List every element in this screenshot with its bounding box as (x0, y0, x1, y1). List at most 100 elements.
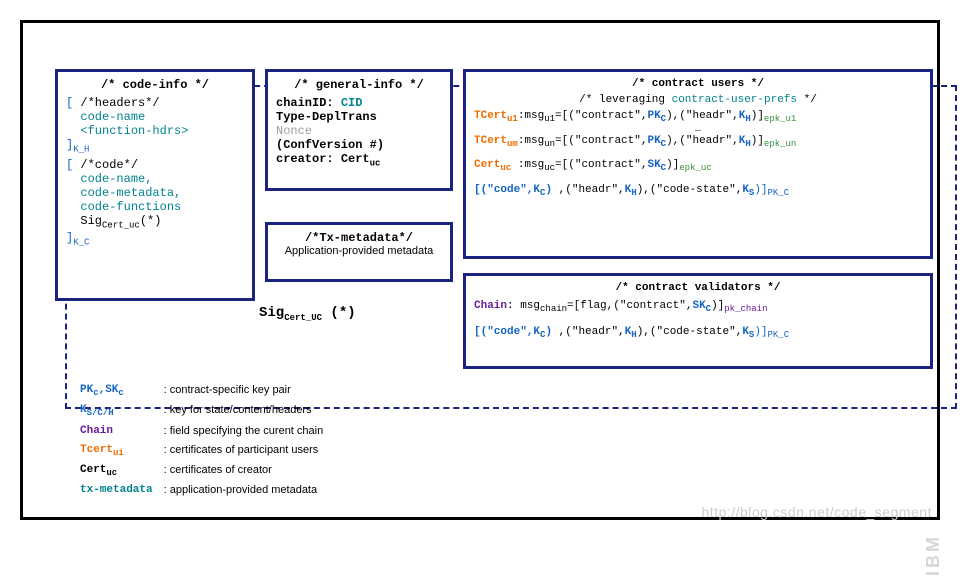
gi-l1b: CID (341, 96, 363, 110)
r4a: [("code", (474, 184, 533, 196)
r4i: K (742, 184, 749, 196)
legend-row: Tcertui : certificates of participant use… (79, 442, 331, 460)
legend-table: PKc,SKc: contract-specific key pair KS/C… (77, 380, 333, 501)
gi-l4: (ConfVersion #) (276, 138, 384, 152)
lk4b: ui (113, 448, 124, 458)
gi-line4: (ConfVersion #) (276, 138, 442, 152)
gi-l5a: creator: (276, 152, 341, 166)
r1b: u1 (507, 114, 518, 124)
gi-line1: chainID: CID (276, 96, 442, 110)
gi-l5b: Cert (341, 152, 370, 166)
users-row4: [("code",KC) ,("headr",KH),("code-state"… (474, 184, 922, 198)
r1d: u1 (544, 114, 555, 124)
c-sub: K_C (73, 237, 89, 247)
v1h: pk_chain (724, 304, 767, 314)
ibm-logo: IBM (923, 534, 944, 576)
lk5b: uc (106, 468, 117, 478)
r3i: epk_uc (679, 164, 711, 174)
gi-line2: Type-DeplTrans (276, 110, 442, 124)
r3e: =[("contract", (555, 159, 647, 171)
r3f: SK (647, 159, 660, 171)
watermark-url: http://blog.csdn.net/code_segment (701, 504, 932, 520)
headers-block: [ /*headers*/ code-name <function-hdrs> … (66, 96, 244, 154)
legend-row: KS/C/H : key for state/content/headers (79, 402, 331, 420)
tx-metadata-box: /*Tx-metadata*/ Application-provided met… (265, 222, 453, 282)
headers-comment: /*headers*/ (73, 96, 159, 110)
validators-row2: [("code",KC) ,("headr",KH),("code-state"… (474, 326, 922, 340)
c-line2: code-metadata, (80, 186, 181, 200)
r1h: ),("headr", (666, 110, 739, 122)
contract-users-box: /* contract users */ /* leveraging contr… (463, 69, 933, 259)
h-sub: K_H (73, 144, 89, 154)
gi-line3: Nonce (276, 124, 442, 138)
r2f: PK (647, 135, 660, 147)
sig-label: SigCert_UC (*) (253, 305, 362, 323)
code-comment: /*code*/ (73, 158, 138, 172)
ld5: : certificates of creator (163, 462, 332, 480)
ld3: : field specifying the curent chain (163, 423, 332, 440)
r4k: )] (754, 184, 767, 196)
v1c: chain (540, 304, 567, 314)
v2a: [("code", (474, 326, 533, 338)
r1c: :msg (518, 110, 544, 122)
c-line4c: (*) (140, 214, 162, 228)
lk6: tx-metadata (80, 484, 153, 496)
ld2: : key for state/content/headers (163, 402, 332, 420)
legend-row: Chain : field specifying the curent chain (79, 423, 331, 440)
txmeta-line: Application-provided metadata (276, 245, 442, 257)
r2a: TCert (474, 135, 507, 147)
ld4: : certificates of participant users (163, 442, 332, 460)
r4e: ,("headr", (552, 184, 625, 196)
code-block: [ /*code*/ code-name, code-metadata, cod… (66, 158, 244, 247)
lk3: Chain (80, 425, 113, 437)
users-subtitle: /* leveraging contract-user-prefs */ (474, 94, 922, 106)
legend-row: Certuc : certificates of creator (79, 462, 331, 480)
lk5a: Cert (80, 464, 106, 476)
lk4a: Tcert (80, 444, 113, 456)
r3b: uc (500, 164, 511, 174)
legend-row: tx-metadata: application-provided metada… (79, 482, 331, 499)
r3d: uc (544, 164, 555, 174)
validators-title: /* contract validators */ (474, 282, 922, 294)
code-info-title: /* code-info */ (66, 78, 244, 92)
h-line2: <function-hdrs> (80, 124, 188, 138)
gi-l5c: uc (370, 158, 381, 168)
c-line3: code-functions (80, 200, 181, 214)
sig-star: (*) (322, 305, 356, 321)
r4h: ),("code-state", (637, 184, 743, 196)
gi-l2: Type-DeplTrans (276, 110, 377, 124)
c-line1: code-name, (80, 172, 152, 186)
r1a: TCert (474, 110, 507, 122)
v2h: ),("code-state", (637, 326, 743, 338)
contract-validators-box: /* contract validators */ Chain: msgchai… (463, 273, 933, 369)
gi-line5: creator: Certuc (276, 152, 442, 168)
users-dots: … (474, 124, 922, 135)
r2h: ),("headr", (666, 135, 739, 147)
outer-frame: /* code-info */ [ /*headers*/ code-name … (20, 20, 940, 520)
r2d: un (544, 139, 555, 149)
sub-b: contract-user-prefs (672, 94, 797, 106)
lk2a: K (80, 404, 87, 416)
ld1: : contract-specific key pair (163, 382, 332, 400)
v1e: SK (692, 300, 705, 312)
users-row3: Certuc :msguc=[("contract",SKC)]epk_uc (474, 159, 922, 173)
legend: PKc,SKc: contract-specific key pair KS/C… (77, 380, 333, 501)
gi-l1a: chainID: (276, 96, 341, 110)
r2e: =[("contract", (555, 135, 647, 147)
r1e: =[("contract", (555, 110, 647, 122)
v1b: : msg (507, 300, 540, 312)
r3c: :msg (511, 159, 544, 171)
r2b: um (507, 139, 518, 149)
r1k: )] (751, 110, 764, 122)
v1g: )] (711, 300, 724, 312)
lk1c: ,SK (99, 384, 119, 396)
r1f: PK (647, 110, 660, 122)
r4l: PK_C (768, 188, 790, 198)
v2i: K (742, 326, 749, 338)
r2c: :msg (518, 135, 544, 147)
lk2b: S/C/H (87, 409, 114, 419)
v1a: Chain (474, 300, 507, 312)
v2k: )] (754, 326, 767, 338)
users-row1: TCertu1:msgu1=[("contract",PKC),("headr"… (474, 110, 922, 124)
lk1d: c (118, 388, 123, 398)
